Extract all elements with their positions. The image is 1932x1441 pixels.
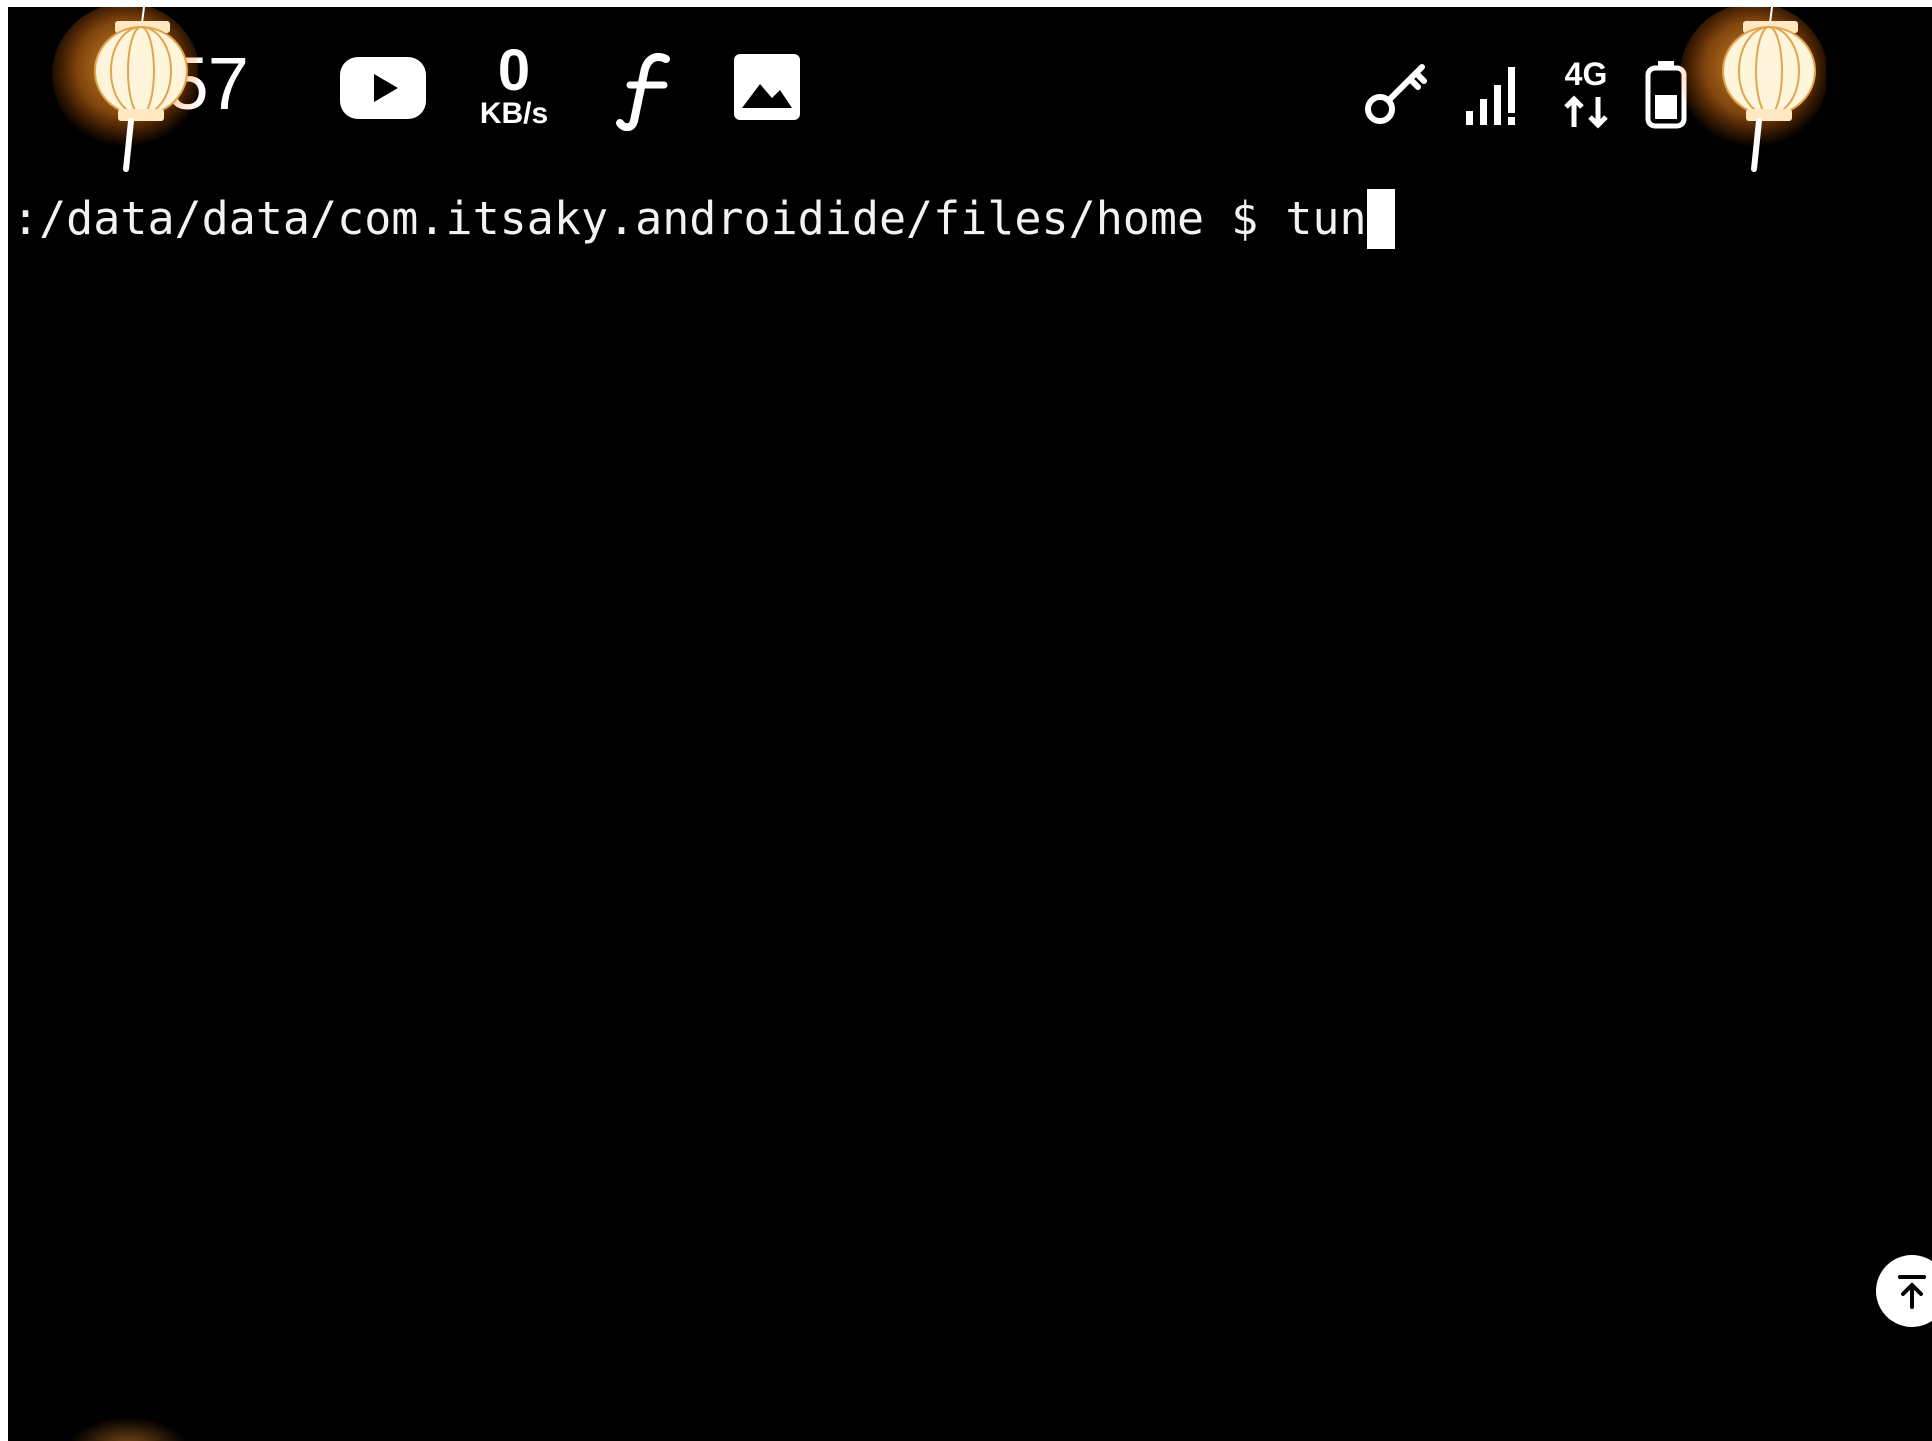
scroll-to-top-button[interactable] bbox=[1876, 1255, 1932, 1327]
terminal-output[interactable]: :/data/data/com.itsaky.androidide/files/… bbox=[12, 189, 1395, 249]
net-speed-indicator: 0 KB/s bbox=[464, 38, 564, 130]
lantern-right-icon bbox=[1680, 7, 1826, 172]
vpn-key-icon bbox=[1365, 64, 1427, 124]
terminal-command-input[interactable]: tun bbox=[1285, 192, 1366, 245]
signal-icon bbox=[1466, 67, 1515, 125]
status-bar: .57 0 KB/s 4G bbox=[8, 7, 1932, 172]
net-speed-value: 0 bbox=[497, 38, 531, 103]
terminal-screen[interactable]: .57 0 KB/s 4G bbox=[8, 7, 1932, 1441]
terminal-prompt: :/data/data/com.itsaky.androidide/files/… bbox=[12, 192, 1286, 245]
terminal-cursor bbox=[1366, 189, 1395, 249]
gallery-icon bbox=[734, 54, 800, 120]
4g-data-icon: 4G bbox=[1564, 56, 1608, 129]
youtube-icon bbox=[340, 57, 426, 119]
net-speed-unit: KB/s bbox=[479, 97, 549, 130]
lantern-left-icon bbox=[52, 7, 198, 172]
lantern-glow-decoration bbox=[68, 1417, 188, 1441]
svg-text:4G: 4G bbox=[1565, 56, 1608, 92]
facebook-lite-icon bbox=[616, 52, 670, 131]
arrow-to-top-icon bbox=[1898, 1275, 1926, 1309]
